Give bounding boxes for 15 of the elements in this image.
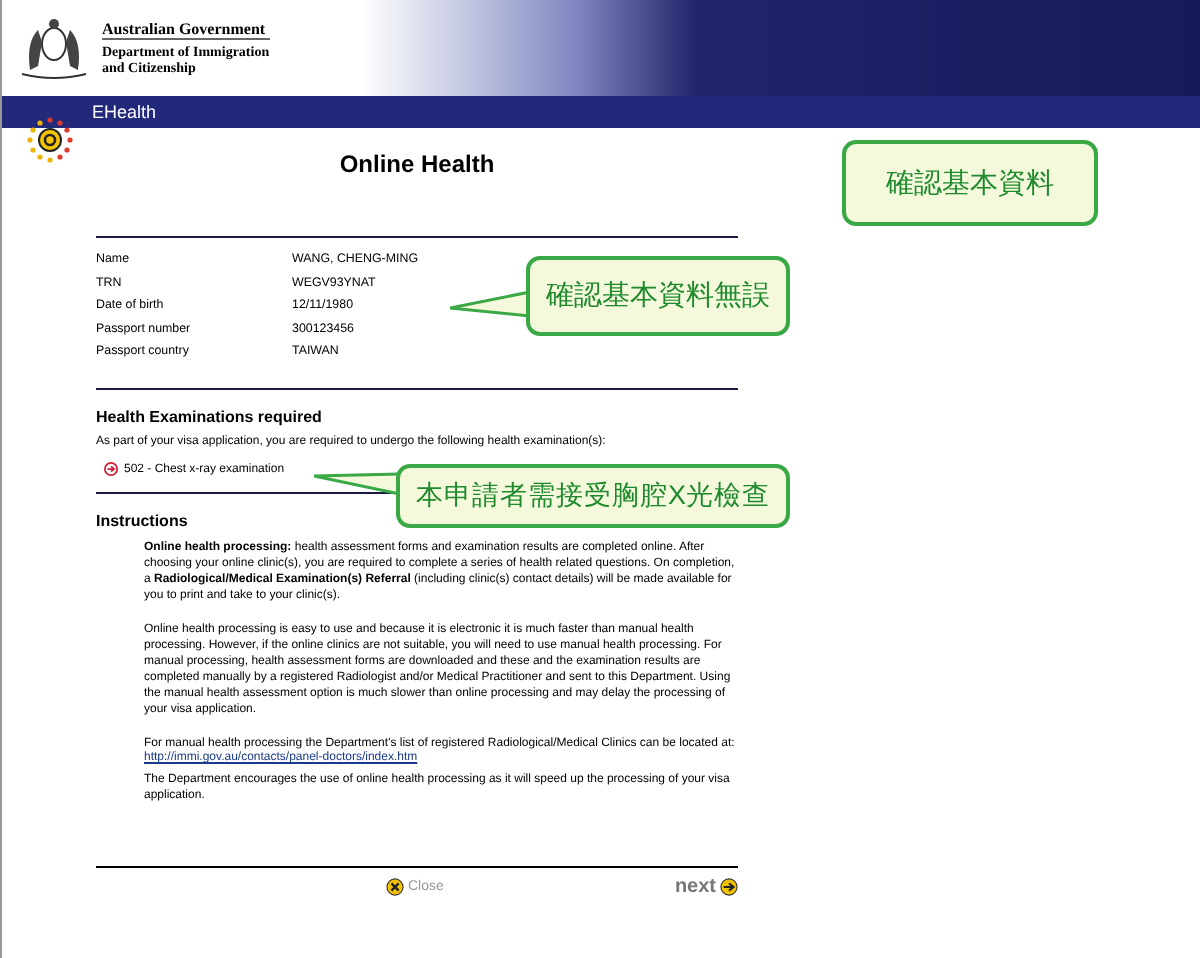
section-heading: Instructions	[96, 512, 188, 530]
nav-bar-title: EHealth	[2, 96, 1200, 128]
callout-pointer	[450, 290, 530, 318]
callout-note: 確認基本資料	[842, 140, 1098, 226]
agency-name: Australian Government	[102, 21, 270, 39]
callout-note: 本申請者需接受胸腔X光檢查	[396, 464, 790, 528]
arrow-right-icon	[104, 462, 118, 476]
arrow-right-icon	[720, 878, 738, 896]
ehealth-logo-icon	[26, 116, 74, 164]
callout-note: 確認基本資料無誤	[526, 256, 790, 336]
close-icon	[386, 878, 404, 896]
callout-pointer	[314, 472, 400, 496]
next-button[interactable]: next	[674, 876, 738, 898]
section-heading: Health Examinations required	[96, 408, 322, 426]
page-title: Online Health	[337, 150, 497, 182]
